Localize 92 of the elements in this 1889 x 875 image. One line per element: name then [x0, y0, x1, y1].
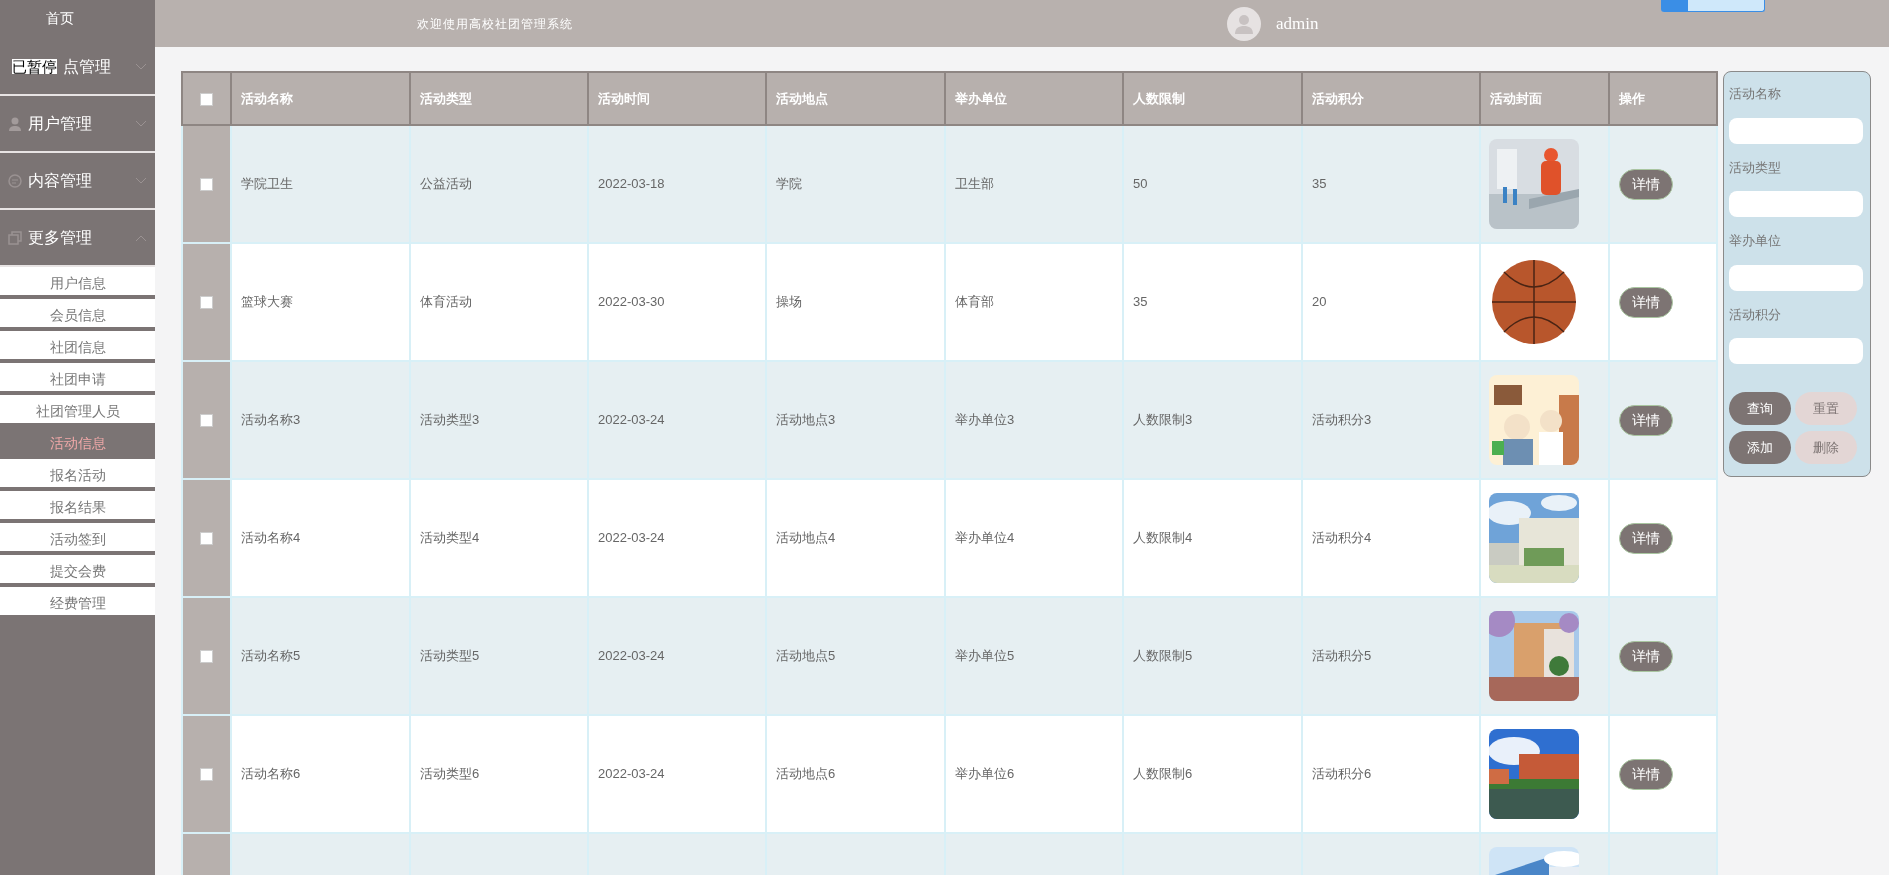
- group-label: 点管理: [63, 56, 112, 77]
- table-cell: 35: [1133, 294, 1148, 310]
- group-label: 更多管理: [28, 227, 93, 248]
- chat-icon: [8, 173, 22, 188]
- row-checkbox[interactable]: [200, 414, 213, 428]
- panel-button[interactable]: 重置: [1795, 392, 1857, 425]
- group-label: 内容管理: [28, 170, 93, 191]
- details-button[interactable]: 详情: [1619, 404, 1673, 436]
- table-cell: 2022-03-24: [598, 412, 665, 428]
- column-header: 人数限制: [1123, 72, 1302, 125]
- table-cell: 人数限制3: [1133, 412, 1193, 428]
- input-field[interactable]: [1729, 191, 1863, 217]
- table-cell: 卫生部: [955, 176, 994, 192]
- panel-button[interactable]: 添加: [1729, 431, 1791, 464]
- table-cell: 2022-03-18: [598, 176, 665, 192]
- table-cell: 学院: [776, 176, 802, 192]
- panel-button[interactable]: 查询: [1729, 392, 1791, 425]
- column-header: 活动名称: [231, 72, 410, 125]
- field-label: 活动类型: [1729, 158, 1782, 177]
- table-cell: 活动类型6: [420, 766, 480, 782]
- table-cell: 人数限制5: [1133, 648, 1193, 664]
- field-label: 活动积分: [1729, 305, 1782, 324]
- extension-button[interactable]: [1660, 0, 1765, 12]
- table-cell: 活动名称3: [241, 412, 301, 428]
- paused-overlay: 已暂停: [12, 59, 57, 74]
- avatar-icon: [1234, 13, 1254, 34]
- row-checkbox[interactable]: [200, 296, 213, 310]
- table-cell: 2022-03-30: [598, 294, 665, 310]
- table-cell: 活动积分5: [1312, 648, 1372, 664]
- sidebar-group[interactable]: 用户管理: [0, 96, 155, 153]
- table-cell: 人数限制6: [1133, 766, 1193, 782]
- table-cell: 活动类型5: [420, 648, 480, 664]
- table-cell: 活动名称6: [241, 766, 301, 782]
- table-cell: 活动类型3: [420, 412, 480, 428]
- table-cell: 2022-03-24: [598, 766, 665, 782]
- table-cell: 人数限制4: [1133, 530, 1193, 546]
- copy-icon: [8, 230, 22, 245]
- column-header: 活动封面: [1480, 72, 1609, 125]
- column-header: 活动时间: [588, 72, 766, 125]
- table-cell: 活动地点6: [776, 766, 836, 782]
- table-cell: 35: [1312, 176, 1327, 192]
- username: admin: [1276, 12, 1319, 35]
- table-cell: 活动地点5: [776, 648, 836, 664]
- table-cell: 篮球大赛: [241, 294, 293, 310]
- column-header: 活动积分: [1302, 72, 1480, 125]
- table-cell: 举办单位4: [955, 530, 1015, 546]
- group-label: 用户管理: [28, 113, 93, 134]
- select-all-checkbox[interactable]: [200, 92, 213, 106]
- table-cell: 操场: [776, 294, 802, 310]
- table-cell: 活动积分6: [1312, 766, 1372, 782]
- input-field[interactable]: [1729, 264, 1863, 291]
- table-cell: 2022-03-24: [598, 648, 665, 664]
- welcome-title: 欢迎使用高校社团管理系统: [417, 15, 573, 33]
- user-icon: [8, 116, 22, 131]
- table-cell: 公益活动: [420, 176, 472, 192]
- details-button[interactable]: 详情: [1619, 286, 1673, 318]
- table-cell: 活动类型4: [420, 530, 480, 546]
- sidebar-group[interactable]: 已暂停 点管理: [0, 39, 155, 96]
- details-button[interactable]: 详情: [1619, 168, 1673, 200]
- table-cell: 20: [1312, 294, 1327, 310]
- table-cell: 活动名称4: [241, 530, 301, 546]
- sidebar-group[interactable]: 内容管理: [0, 153, 155, 210]
- table-cell: 活动地点4: [776, 530, 836, 546]
- details-button[interactable]: 详情: [1619, 522, 1673, 554]
- table-cell: 50: [1133, 176, 1148, 192]
- row-checkbox[interactable]: [200, 768, 213, 782]
- table-cell: 举办单位5: [955, 648, 1015, 664]
- table-cell: 学院卫生: [241, 176, 293, 192]
- table-cell: 活动积分4: [1312, 530, 1372, 546]
- table-cell: 活动名称5: [241, 648, 301, 664]
- table-cell: 活动积分3: [1312, 412, 1372, 428]
- field-label: 活动名称: [1729, 85, 1782, 103]
- table-cell: 举办单位3: [955, 412, 1015, 428]
- column-header: 操作: [1609, 72, 1717, 125]
- table-cell: 体育部: [955, 294, 994, 310]
- table-cell: 2022-03-24: [598, 530, 665, 546]
- row-checkbox[interactable]: [200, 650, 213, 664]
- row-checkbox[interactable]: [200, 532, 213, 546]
- details-button[interactable]: 详情: [1619, 758, 1673, 790]
- table-cell: 体育活动: [420, 294, 472, 310]
- input-field[interactable]: [1729, 338, 1863, 364]
- row-checkbox[interactable]: [200, 178, 213, 192]
- table-cell: 举办单位6: [955, 766, 1015, 782]
- panel-button[interactable]: 删除: [1795, 431, 1857, 464]
- column-header: 活动地点: [766, 72, 945, 125]
- details-button[interactable]: 详情: [1619, 640, 1673, 672]
- input-field[interactable]: [1729, 117, 1863, 144]
- sidebar-home-link[interactable]: 首页: [0, 0, 120, 39]
- table-cell: 活动地点3: [776, 412, 836, 428]
- column-header: 举办单位: [945, 72, 1123, 125]
- column-header: 活动类型: [410, 72, 588, 125]
- field-label: 举办单位: [1729, 232, 1782, 250]
